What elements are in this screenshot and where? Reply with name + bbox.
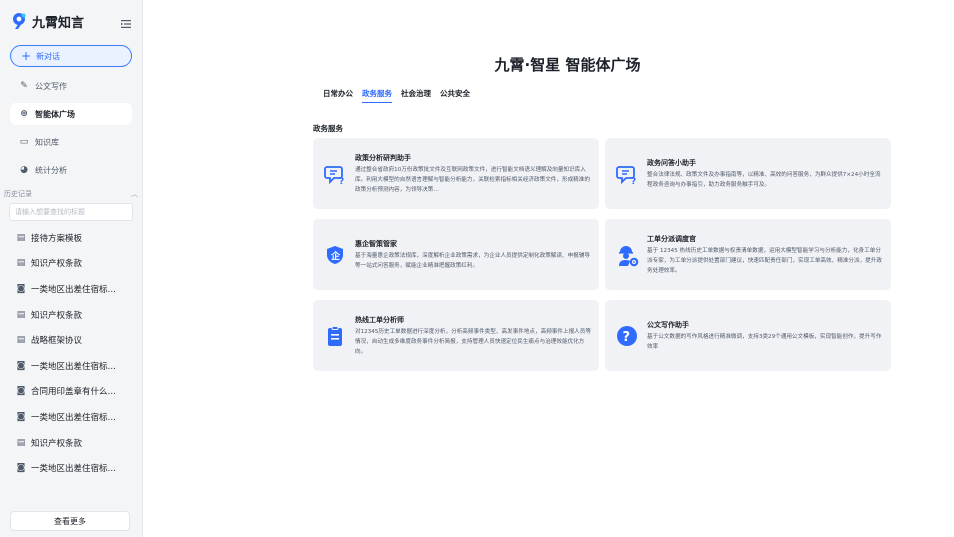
history-item[interactable]: ◙ 合同用印盖章有什么…	[10, 379, 132, 405]
history-search-input[interactable]: 请输入想要查找的标题	[9, 203, 133, 221]
new-chat-button[interactable]: + 新对话	[10, 45, 132, 67]
sidebar-nav: ✎ 公文写作 ⊛ 智能体广场 ▭ 知识库 ◕ 统计分析	[10, 75, 132, 181]
chat-question-icon: ?	[615, 162, 639, 186]
agent-card-policy-analysis[interactable]: ? 政策分析研判助手 通过整合省政府10万份政策批文件及互联网政策文件，进行智能…	[313, 138, 599, 209]
history-item[interactable]: ▤ 知识产权条款	[10, 302, 132, 328]
history-item[interactable]: ▤ 战略框架协议	[10, 327, 132, 353]
sidebar-item-label: 公文写作	[35, 81, 67, 91]
history-item-label: 一类地区出差住宿标…	[31, 284, 117, 295]
sidebar-item-agent-plaza[interactable]: ⊛ 智能体广场	[10, 103, 132, 125]
chat-icon: ◙	[16, 463, 26, 474]
question-circle-icon: ?	[615, 324, 639, 348]
history-item-label: 一类地区出差住宿标…	[31, 412, 117, 423]
chevron-up-icon[interactable]: ︿	[131, 189, 138, 199]
document-icon: ▤	[16, 232, 26, 243]
history-item[interactable]: ▤ 知识产权条款	[10, 251, 132, 277]
history-item[interactable]: ◙ 一类地区出差住宿标…	[10, 404, 132, 430]
history-item-label: 一类地区出差住宿标…	[31, 464, 117, 475]
agent-card-enterprise-policy[interactable]: 企 惠企智策管家 基于海量惠企政策法规库，深度解析企业政策需求，为企业人员提供定…	[313, 219, 599, 290]
agent-card-gov-qa[interactable]: ? 政务问答小助手 整合法律法规、政策文件及办事指南等，以精准、高效的问答服务，…	[605, 138, 891, 209]
section-title: 政务服务	[313, 124, 343, 133]
plus-icon: +	[21, 49, 32, 63]
history-item-label: 知识产权条款	[31, 310, 83, 321]
history-item-label: 接待方案模板	[31, 233, 83, 244]
svg-text:?: ?	[623, 330, 631, 345]
agent-card-grid: ? 政策分析研判助手 通过整合省政府10万份政策批文件及互联网政策文件，进行智能…	[313, 138, 891, 371]
tab-daily-office[interactable]: 日常办公	[323, 88, 353, 103]
history-item-label: 一类地区出差住宿标…	[31, 361, 117, 372]
history-item-label: 知识产权条款	[31, 438, 83, 449]
app-root: 九霄知言 + 新对话 ✎ 公文写作 ⊛ 智能体广场 ▭ 知识库 ◕ 统计分析 历…	[0, 0, 954, 537]
history-header[interactable]: 历史记录 ︿	[4, 189, 138, 199]
clipboard-icon	[323, 324, 347, 348]
document-icon: ▤	[16, 437, 26, 448]
card-description: 对12345历史工单数据进行深度分析，分析高频事件类型、高发事件地点，高频事件上…	[355, 328, 591, 355]
sidebar-item-statistics[interactable]: ◕ 统计分析	[10, 159, 132, 181]
history-title: 历史记录	[4, 190, 32, 198]
card-description: 通过整合省政府10万份政策批文件及互联网政策文件，进行智能文档语义理解及向量知识…	[355, 166, 590, 193]
sidebar: 九霄知言 + 新对话 ✎ 公文写作 ⊛ 智能体广场 ▭ 知识库 ◕ 统计分析 历…	[0, 0, 143, 537]
agent-card-hotline-analysis[interactable]: 热线工单分析师 对12345历史工单数据进行深度分析，分析高频事件类型、高发事件…	[313, 300, 599, 371]
shield-icon: 企	[323, 243, 347, 267]
history-item[interactable]: ◙ 一类地区出差住宿标…	[10, 276, 132, 302]
agent-card-document-writing[interactable]: ? 公文写作助手 基于公文数据的写作风格进行精准微调，支持3类29个通用公文模板…	[605, 300, 891, 371]
brand-name: 九霄知言	[32, 15, 85, 31]
tab-government-service[interactable]: 政务服务	[362, 88, 392, 103]
history-item[interactable]: ▤ 知识产权条款	[10, 430, 132, 456]
tab-social-governance[interactable]: 社会治理	[401, 88, 431, 103]
history-item-label: 知识产权条款	[31, 259, 83, 270]
history-search-placeholder: 请输入想要查找的标题	[15, 208, 85, 216]
card-description: 基于 12345 热线历史工单数据与权责清单数据，运用大模型智能学习与分析能力，…	[647, 247, 882, 274]
chat-icon: ◙	[16, 386, 26, 397]
history-item[interactable]: ◙ 一类地区出差住宿标…	[10, 455, 132, 481]
card-description: 基于海量惠企政策法规库，深度解析企业政策需求，为企业人员提供定制化政策解读、申报…	[355, 252, 590, 269]
document-icon: ▤	[16, 309, 26, 320]
book-icon: ▭	[19, 137, 29, 147]
agent-icon: ⊛	[20, 109, 28, 119]
card-title: 公文写作助手	[647, 320, 689, 329]
history-item[interactable]: ▤ 接待方案模板	[10, 225, 132, 251]
card-title: 惠企智策管家	[355, 239, 397, 248]
page-title: 九霄·智星 智能体广场	[494, 56, 641, 74]
chat-icon: ◙	[16, 283, 26, 294]
history-item-label: 合同用印盖章有什么…	[31, 387, 117, 398]
history-item-label: 战略框架协议	[31, 336, 83, 347]
svg-text:?: ?	[339, 177, 344, 185]
main-content: 九霄·智星 智能体广场 日常办公 政务服务 社会治理 公共安全 政务服务 ? 政…	[143, 0, 954, 537]
brand: 九霄知言	[10, 0, 132, 42]
sidebar-item-writing[interactable]: ✎ 公文写作	[10, 75, 132, 97]
sidebar-item-label: 统计分析	[35, 165, 67, 175]
brand-logo-icon	[10, 12, 28, 30]
chat-question-icon: ?	[323, 162, 347, 186]
document-icon: ▤	[16, 258, 26, 269]
tab-public-safety[interactable]: 公共安全	[440, 88, 470, 103]
svg-text:企: 企	[330, 250, 341, 262]
chart-pie-icon: ◕	[20, 165, 28, 175]
sidebar-item-knowledge-base[interactable]: ▭ 知识库	[10, 131, 132, 153]
category-tabs: 日常办公 政务服务 社会治理 公共安全	[323, 88, 470, 103]
document-icon: ▤	[16, 335, 26, 346]
card-description: 基于公文数据的写作风格进行精准微调，支持3类29个通用公文模板，实现智能创作，提…	[647, 333, 882, 350]
card-title: 政务问答小助手	[647, 158, 696, 167]
agent-card-ticket-dispatch[interactable]: 工单分派调度官 基于 12345 热线历史工单数据与权责清单数据，运用大模型智能…	[605, 219, 891, 290]
card-description: 整合法律法规、政策文件及办事指南等，以精准、高效的问答服务，为群众提供7×24小…	[647, 171, 881, 188]
pen-icon: ✎	[20, 81, 28, 91]
card-title: 政策分析研判助手	[355, 153, 411, 162]
worker-gear-icon	[615, 243, 639, 267]
sidebar-collapse-icon[interactable]	[120, 15, 132, 28]
history-list: ▤ 接待方案模板 ▤ 知识产权条款 ◙ 一类地区出差住宿标… ▤ 知识产权条款 ▤ 战略框…	[10, 225, 132, 481]
svg-text:?: ?	[631, 177, 636, 185]
new-chat-label: 新对话	[36, 51, 61, 61]
chat-icon: ◙	[16, 360, 26, 371]
view-more-button[interactable]: 查看更多	[10, 511, 130, 531]
history-item[interactable]: ◙ 一类地区出差住宿标…	[10, 353, 132, 379]
sidebar-item-label: 智能体广场	[35, 109, 75, 119]
chat-icon: ◙	[16, 411, 26, 422]
sidebar-item-label: 知识库	[35, 137, 59, 147]
card-title: 热线工单分析师	[355, 315, 404, 324]
card-title: 工单分派调度官	[647, 234, 696, 243]
